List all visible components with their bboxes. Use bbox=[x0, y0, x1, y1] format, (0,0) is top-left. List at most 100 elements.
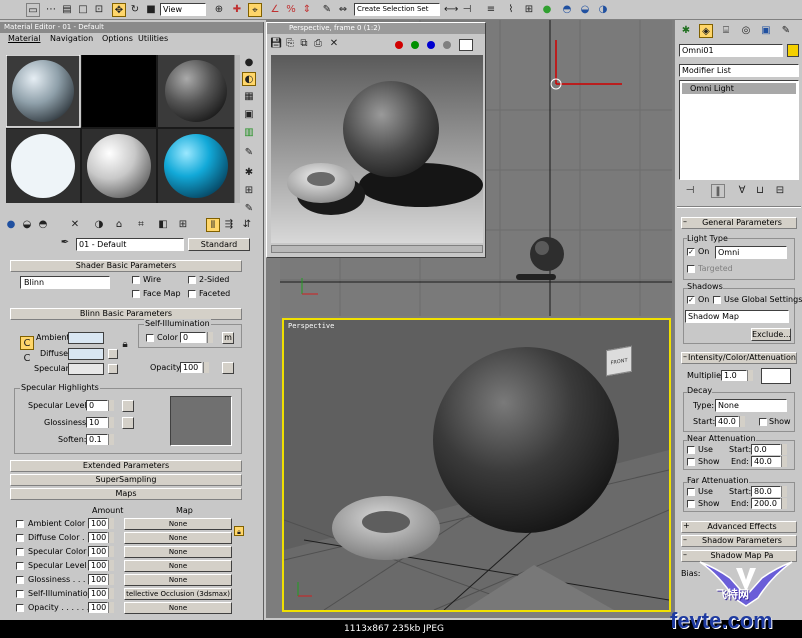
render-setup-icon[interactable]: ◓ bbox=[560, 3, 574, 17]
multiplier-arrows[interactable] bbox=[747, 370, 753, 381]
maps-rollout-header[interactable]: Maps bbox=[10, 488, 242, 500]
window-crossing-icon[interactable]: ⊡ bbox=[92, 3, 106, 17]
light-type-select[interactable]: Omni bbox=[715, 246, 787, 259]
exclude-button[interactable]: Exclude... bbox=[751, 328, 791, 341]
green-channel-dot[interactable] bbox=[411, 41, 419, 49]
show-end-result-icon[interactable]: ⊞ bbox=[176, 218, 190, 232]
modifier-list-select[interactable]: Modifier List bbox=[679, 64, 799, 77]
map-row-map-button[interactable]: None bbox=[124, 546, 232, 558]
self-illum-spinner-arrows[interactable] bbox=[207, 332, 213, 343]
map-row-map-button[interactable]: None bbox=[124, 602, 232, 614]
material-editor-icon[interactable]: ● bbox=[540, 3, 554, 17]
show-map-in-viewport-icon[interactable]: ◧ bbox=[156, 218, 170, 232]
map-row-amount-arrows[interactable] bbox=[108, 518, 114, 529]
specular-level-spinner[interactable]: 0 bbox=[86, 400, 108, 411]
material-navigator-icon[interactable]: ✎ bbox=[242, 202, 256, 216]
soften-spinner[interactable]: 0.1 bbox=[86, 434, 108, 445]
rect-region-icon[interactable]: □ bbox=[76, 3, 90, 17]
go-forward-sibling-icon[interactable]: ⇶ bbox=[222, 218, 236, 232]
object-color-swatch[interactable] bbox=[787, 44, 799, 57]
opacity-spinner[interactable]: 100 bbox=[180, 362, 202, 373]
map-row-amount-arrows[interactable] bbox=[108, 546, 114, 557]
pivot-icon[interactable]: ⊕ bbox=[212, 3, 226, 17]
put-to-library-icon[interactable]: ⌂ bbox=[112, 218, 126, 232]
diffuse-map-button[interactable] bbox=[108, 349, 118, 359]
material-effects-channel-icon[interactable]: ⌗ bbox=[134, 218, 148, 232]
near-show-checkbox[interactable] bbox=[687, 458, 695, 466]
light-color-swatch[interactable] bbox=[761, 368, 791, 384]
far-show-checkbox[interactable] bbox=[687, 500, 695, 508]
far-start-spinner[interactable]: 80.0 bbox=[751, 486, 781, 497]
curve-editor-icon[interactable]: ⌇ bbox=[504, 3, 518, 17]
map-row-checkbox[interactable] bbox=[16, 562, 24, 570]
remove-modifier-icon[interactable]: ⊔ bbox=[753, 184, 767, 198]
near-start-spinner[interactable]: 0.0 bbox=[751, 444, 781, 455]
snap-toggle-icon[interactable]: ⌖ bbox=[248, 3, 262, 17]
sample-slots-scrollbar[interactable] bbox=[234, 55, 240, 203]
face-map-checkbox[interactable] bbox=[132, 290, 140, 298]
use-global-settings-checkbox[interactable] bbox=[713, 296, 721, 304]
specular-level-arrows[interactable] bbox=[108, 400, 114, 411]
glossiness-arrows[interactable] bbox=[108, 417, 114, 428]
material-name-field[interactable]: 01 - Default bbox=[76, 238, 184, 251]
alpha-channel-dot[interactable] bbox=[443, 41, 451, 49]
map-row-amount-arrows[interactable] bbox=[108, 560, 114, 571]
color-swatch-box[interactable] bbox=[459, 39, 473, 51]
blue-channel-dot[interactable] bbox=[427, 41, 435, 49]
motion-tab-icon[interactable]: ◎ bbox=[739, 24, 753, 38]
map-row-amount[interactable]: 100 bbox=[88, 532, 108, 543]
clone-window-icon[interactable]: ⧉ bbox=[297, 37, 311, 51]
eyedropper-icon[interactable]: ✒ bbox=[58, 236, 72, 250]
make-preview-icon[interactable]: ✎ bbox=[242, 146, 256, 160]
general-params-rollout[interactable]: General Parameters bbox=[681, 217, 797, 229]
scale-icon[interactable]: ■ bbox=[144, 3, 158, 17]
background-icon[interactable]: ▦ bbox=[242, 90, 256, 104]
angle-snap-icon[interactable]: ∠ bbox=[268, 3, 282, 17]
viewport-label[interactable]: Perspective bbox=[288, 322, 334, 330]
select-by-material-icon[interactable]: ⊞ bbox=[242, 184, 256, 198]
named-selection-icon[interactable]: ✎ bbox=[320, 3, 334, 17]
map-row-amount-arrows[interactable] bbox=[108, 532, 114, 543]
map-row-amount-arrows[interactable] bbox=[108, 588, 114, 599]
select-by-name-icon[interactable]: ▤ bbox=[60, 3, 74, 17]
map-row-checkbox[interactable] bbox=[16, 520, 24, 528]
intensity-rollout[interactable]: Intensity/Color/Attenuation bbox=[681, 352, 797, 364]
far-use-checkbox[interactable] bbox=[687, 488, 695, 496]
glossiness-spinner[interactable]: 10 bbox=[86, 417, 108, 428]
modify-tab-icon[interactable]: ◈ bbox=[699, 24, 713, 38]
map-row-checkbox[interactable] bbox=[16, 590, 24, 598]
two-sided-checkbox[interactable] bbox=[188, 276, 196, 284]
lock-icon[interactable]: 🔒︎ bbox=[120, 338, 130, 352]
advanced-effects-rollout[interactable]: Advanced Effects bbox=[681, 521, 797, 533]
render-window-scrollbar[interactable] bbox=[271, 245, 483, 253]
quick-render-icon[interactable]: ◒ bbox=[578, 3, 592, 17]
lock-diffuse-specular-icon[interactable]: C bbox=[20, 352, 34, 366]
layer-manager-icon[interactable]: ≡ bbox=[484, 3, 498, 17]
map-row-map-button[interactable]: None bbox=[124, 532, 232, 544]
glossiness-map-button[interactable] bbox=[122, 417, 134, 429]
sample-uv-tiling-icon[interactable]: ▣ bbox=[242, 108, 256, 122]
move-icon[interactable]: ✥ bbox=[112, 3, 126, 17]
menu-material[interactable]: Material bbox=[8, 34, 41, 44]
reset-map-icon[interactable]: ✕ bbox=[68, 218, 82, 232]
percent-snap-icon[interactable]: % bbox=[284, 3, 298, 17]
mirror-tool-icon[interactable]: ⟷ bbox=[444, 3, 458, 17]
decay-start-spinner[interactable]: 40.0 bbox=[715, 416, 739, 427]
map-row-amount-arrows[interactable] bbox=[108, 602, 114, 613]
specular-map-button[interactable] bbox=[108, 364, 118, 374]
display-tab-icon[interactable]: ▣ bbox=[759, 24, 773, 38]
get-material-icon[interactable]: ● bbox=[4, 218, 18, 232]
map-row-checkbox[interactable] bbox=[16, 534, 24, 542]
stack-item-omni-light[interactable]: Omni Light bbox=[682, 83, 796, 94]
soften-arrows[interactable] bbox=[108, 434, 114, 445]
perspective-viewport[interactable]: Perspective FRONT bbox=[282, 318, 671, 612]
map-row-amount-arrows[interactable] bbox=[108, 574, 114, 585]
light-on-checkbox[interactable]: ✓ bbox=[687, 248, 695, 256]
faceted-checkbox[interactable] bbox=[188, 290, 196, 298]
menu-navigation[interactable]: Navigation bbox=[50, 34, 93, 44]
shadows-on-checkbox[interactable]: ✓ bbox=[687, 296, 695, 304]
extended-params-rollout[interactable]: Extended Parameters bbox=[10, 460, 242, 472]
ambient-color-swatch[interactable] bbox=[68, 332, 104, 344]
select-manipulate-icon[interactable]: ✚ bbox=[230, 3, 244, 17]
go-to-parent-icon[interactable]: ⫴ bbox=[206, 218, 220, 232]
